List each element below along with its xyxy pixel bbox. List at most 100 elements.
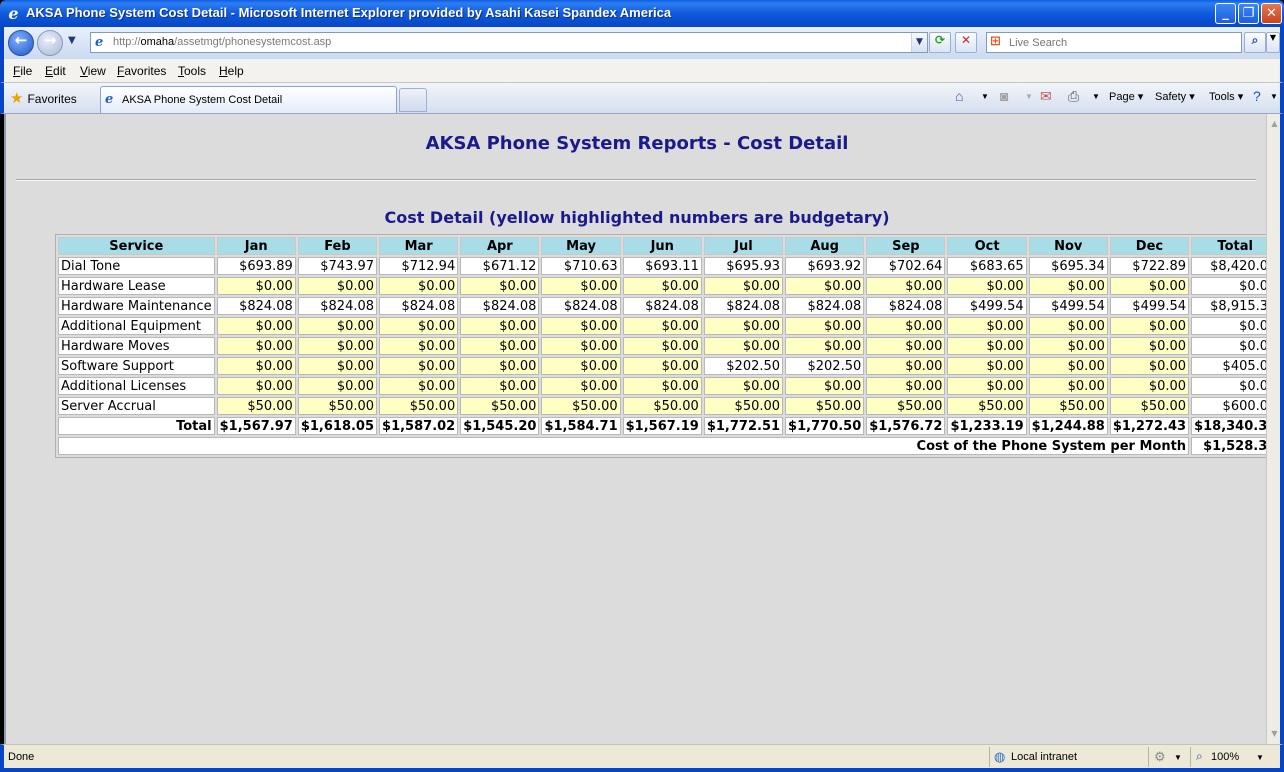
search-input[interactable] bbox=[1009, 35, 1237, 50]
budgetary-cost-cell: $0.00 bbox=[947, 277, 1027, 295]
cost-cell: $693.11 bbox=[622, 257, 702, 275]
back-button[interactable]: ← bbox=[8, 30, 34, 56]
zoom-icon[interactable]: ⌕ bbox=[1196, 749, 1203, 764]
month-total-cell: $1,567.97 bbox=[216, 417, 296, 435]
feeds-dropdown-icon[interactable]: ▼ bbox=[1025, 92, 1033, 101]
budgetary-cost-cell: $0.00 bbox=[460, 317, 540, 335]
table-header-row: Service Jan Feb Mar Apr May Jun Jul Aug Sep Oct Nov… bbox=[58, 237, 1280, 255]
recent-pages-dropdown-icon[interactable]: ▼ bbox=[68, 35, 76, 46]
help-icon[interactable]: ? bbox=[1253, 88, 1261, 104]
service-name-cell: Dial Tone bbox=[58, 257, 215, 275]
service-name-cell: Additional Licenses bbox=[58, 377, 215, 395]
url-dropdown-icon[interactable]: ▼ bbox=[911, 33, 927, 52]
cost-cell: $702.64 bbox=[866, 257, 946, 275]
cost-cell: $712.94 bbox=[379, 257, 459, 275]
cost-cell: $824.08 bbox=[541, 297, 621, 315]
cost-detail-table: Service Jan Feb Mar Apr May Jun Jul Aug Sep Oct Nov… bbox=[55, 234, 1283, 458]
budgetary-cost-cell: $0.00 bbox=[622, 337, 702, 355]
budgetary-cost-cell: $50.00 bbox=[460, 397, 540, 415]
per-month-row: Cost of the Phone System per Month $1,528… bbox=[58, 437, 1280, 455]
cost-cell: $202.50 bbox=[785, 357, 865, 375]
scroll-down-icon[interactable]: ▼ bbox=[1268, 726, 1281, 742]
scroll-up-icon[interactable]: ▲ bbox=[1268, 116, 1281, 132]
page-menu[interactable]: Page ▾ bbox=[1109, 90, 1143, 103]
stop-button[interactable]: ✕ bbox=[955, 32, 977, 53]
budgetary-cost-cell: $50.00 bbox=[785, 397, 865, 415]
help-dropdown-icon[interactable]: ▼ bbox=[1270, 92, 1278, 101]
cost-cell: $824.08 bbox=[379, 297, 459, 315]
menu-favorites[interactable]: Favorites bbox=[117, 64, 166, 78]
budgetary-cost-cell: $0.00 bbox=[947, 317, 1027, 335]
cost-cell: $683.65 bbox=[947, 257, 1027, 275]
vertical-scrollbar[interactable]: ▲ ▼ bbox=[1266, 114, 1284, 744]
search-options-button[interactable]: ▼ bbox=[1266, 32, 1280, 53]
search-box[interactable]: ⊞ bbox=[986, 32, 1242, 53]
zoom-dropdown-icon[interactable]: ▼ bbox=[1256, 753, 1264, 762]
budgetary-cost-cell: $0.00 bbox=[1028, 317, 1108, 335]
minimize-button[interactable]: _ bbox=[1215, 3, 1236, 24]
new-tab-button[interactable] bbox=[399, 88, 427, 112]
budgetary-cost-cell: $0.00 bbox=[297, 357, 378, 375]
url-field[interactable]: e http://omaha/assetmgt/phonesystemcost.… bbox=[90, 32, 928, 53]
chevron-down-icon[interactable]: ▼ bbox=[1174, 753, 1182, 762]
search-button[interactable]: ⌕ bbox=[1244, 32, 1266, 53]
column-header-feb: Feb bbox=[297, 237, 378, 255]
column-header-oct: Oct bbox=[947, 237, 1027, 255]
column-header-service: Service bbox=[58, 237, 215, 255]
close-button[interactable]: ✕ bbox=[1261, 3, 1282, 24]
zoom-level[interactable]: 100% bbox=[1211, 751, 1239, 763]
month-total-cell: $1,567.19 bbox=[622, 417, 702, 435]
budgetary-cost-cell: $0.00 bbox=[541, 357, 621, 375]
budgetary-cost-cell: $0.00 bbox=[297, 317, 378, 335]
tab-label: AKSA Phone System Cost Detail bbox=[122, 94, 283, 106]
print-dropdown-icon[interactable]: ▼ bbox=[1092, 92, 1100, 101]
tab-active[interactable]: e AKSA Phone System Cost Detail bbox=[100, 86, 397, 113]
print-icon[interactable]: ⎙ bbox=[1068, 88, 1079, 105]
tools-menu[interactable]: Tools ▾ bbox=[1209, 90, 1243, 103]
maximize-button[interactable]: ❐ bbox=[1238, 3, 1259, 24]
column-header-jun: Jun bbox=[622, 237, 702, 255]
budgetary-cost-cell: $0.00 bbox=[866, 317, 946, 335]
safety-menu[interactable]: Safety ▾ bbox=[1155, 90, 1195, 103]
protected-mode-icon[interactable]: ⚙ bbox=[1154, 749, 1166, 765]
status-text: Done bbox=[8, 751, 35, 763]
menu-edit[interactable]: Edit bbox=[45, 64, 66, 78]
budgetary-cost-cell: $50.00 bbox=[541, 397, 621, 415]
budgetary-cost-cell: $50.00 bbox=[297, 397, 378, 415]
month-total-cell: $1,587.02 bbox=[379, 417, 459, 435]
page-icon: e bbox=[95, 35, 104, 50]
budgetary-cost-cell: $0.00 bbox=[1028, 377, 1108, 395]
favorites-label: Favorites bbox=[27, 92, 77, 106]
menu-tools[interactable]: Tools bbox=[178, 64, 206, 78]
month-total-cell: $1,584.71 bbox=[541, 417, 621, 435]
url-prefix: http:// bbox=[113, 36, 141, 48]
menu-help[interactable]: Help bbox=[219, 64, 244, 78]
service-name-cell: Hardware Maintenance bbox=[58, 297, 215, 315]
column-header-apr: Apr bbox=[460, 237, 540, 255]
budgetary-cost-cell: $0.00 bbox=[379, 357, 459, 375]
forward-button[interactable]: → bbox=[37, 30, 63, 56]
month-total-cell: $1,272.43 bbox=[1109, 417, 1190, 435]
budgetary-cost-cell: $50.00 bbox=[1109, 397, 1190, 415]
refresh-button[interactable]: ⟳ bbox=[929, 32, 951, 53]
budgetary-cost-cell: $50.00 bbox=[622, 397, 702, 415]
url-path: /assetmgt/phonesystemcost.asp bbox=[174, 36, 332, 48]
budgetary-cost-cell: $0.00 bbox=[379, 277, 459, 295]
menu-view[interactable]: View bbox=[80, 64, 106, 78]
budgetary-cost-cell: $0.00 bbox=[216, 317, 296, 335]
page-title: AKSA Phone System Reports - Cost Detail bbox=[425, 133, 849, 154]
column-header-jul: Jul bbox=[703, 237, 784, 255]
cost-cell: $824.08 bbox=[703, 297, 784, 315]
tools-menu-label: Tools bbox=[1209, 91, 1235, 103]
column-header-dec: Dec bbox=[1109, 237, 1190, 255]
budgetary-cost-cell: $0.00 bbox=[622, 277, 702, 295]
home-icon[interactable]: ⌂ bbox=[955, 88, 963, 104]
menu-file[interactable]: File bbox=[13, 64, 32, 78]
status-bar: Done ◍ Local intranet ⚙ ▼ ⌕ 100% ▼ bbox=[0, 744, 1284, 772]
refresh-icon: ⟳ bbox=[934, 33, 946, 47]
home-dropdown-icon[interactable]: ▼ bbox=[981, 92, 989, 101]
status-divider bbox=[989, 747, 990, 767]
mail-icon[interactable]: ✉ bbox=[1040, 88, 1052, 105]
favorites-button[interactable]: ★ Favorites bbox=[10, 89, 77, 107]
feeds-icon[interactable]: ◙ bbox=[1000, 88, 1008, 104]
